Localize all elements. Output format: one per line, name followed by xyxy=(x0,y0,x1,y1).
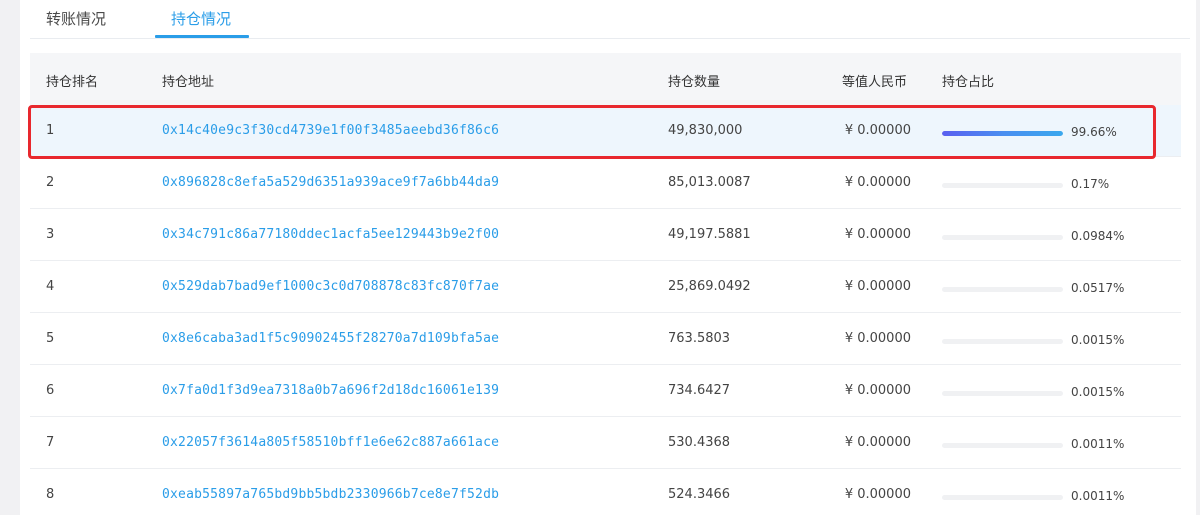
header-share: 持仓占比 xyxy=(942,75,995,90)
cny-value-cell: ¥ 0.00000 xyxy=(844,279,911,294)
cny-value-cell: ¥ 0.00000 xyxy=(844,123,911,138)
share-progress-bar xyxy=(942,391,1063,396)
quantity-cell: 49,197.5881 xyxy=(668,227,751,242)
share-percent: 0.0984% xyxy=(1071,229,1125,243)
table-row: 1 0x14c40e9c3f30cd4739e1f00f3485aeebd36f8… xyxy=(30,105,1181,157)
tab-holding[interactable]: 持仓情况 xyxy=(171,8,231,29)
share-percent: 0.17% xyxy=(1071,177,1110,191)
share-progress-bar xyxy=(942,235,1063,240)
address-link[interactable]: 0x8e6caba3ad1f5c90902455f28270a7d109bfa5… xyxy=(162,331,499,346)
quantity-cell: 25,869.0492 xyxy=(668,279,751,294)
quantity-cell: 49,830,000 xyxy=(668,123,743,138)
share-progress-bar xyxy=(942,443,1063,448)
share-progress-fill xyxy=(942,131,1063,136)
table-row: 3 0x34c791c86a77180ddec1acfa5ee129443b9e2… xyxy=(30,209,1181,261)
quantity-cell: 734.6427 xyxy=(668,383,731,398)
share-percent: 99.66% xyxy=(1071,125,1117,139)
rank-cell: 8 xyxy=(46,487,55,502)
share-progress-bar xyxy=(942,495,1063,500)
address-link[interactable]: 0x34c791c86a77180ddec1acfa5ee129443b9e2f… xyxy=(162,227,499,242)
cny-value-cell: ¥ 0.00000 xyxy=(844,383,911,398)
rank-cell: 4 xyxy=(46,279,55,294)
holdings-table: 持仓排名 持仓地址 持仓数量 等值人民币 持仓占比 1 0x14c40e9c3f3… xyxy=(30,53,1181,515)
holdings-panel: 转账情况 持仓情况 持仓排名 持仓地址 持仓数量 等值人民币 持仓占比 1 0x1… xyxy=(20,0,1196,515)
share-progress-bar xyxy=(942,339,1063,344)
share-percent: 0.0517% xyxy=(1071,281,1125,295)
rank-cell: 3 xyxy=(46,227,55,242)
tab-bar: 转账情况 持仓情况 xyxy=(30,0,1190,39)
header-cny-value: 等值人民币 xyxy=(842,75,908,90)
share-percent: 0.0015% xyxy=(1071,385,1125,399)
header-rank: 持仓排名 xyxy=(46,75,99,90)
table-row: 8 0xeab55897a765bd9bb5bdb2330966b7ce8e7f5… xyxy=(30,469,1181,515)
cny-value-cell: ¥ 0.00000 xyxy=(844,331,911,346)
address-link[interactable]: 0x7fa0d1f3d9ea7318a0b7a696f2d18dc16061e1… xyxy=(162,383,499,398)
rank-cell: 6 xyxy=(46,383,55,398)
share-percent: 0.0011% xyxy=(1071,437,1125,451)
share-progress-bar xyxy=(942,131,1063,136)
quantity-cell: 530.4368 xyxy=(668,435,731,450)
share-progress-bar xyxy=(942,183,1063,188)
cny-value-cell: ¥ 0.00000 xyxy=(844,487,911,502)
share-percent: 0.0015% xyxy=(1071,333,1125,347)
address-link[interactable]: 0x529dab7bad9ef1000c3c0d708878c83fc870f7… xyxy=(162,279,499,294)
address-link[interactable]: 0xeab55897a765bd9bb5bdb2330966b7ce8e7f52… xyxy=(162,487,499,502)
table-row: 7 0x22057f3614a805f58510bff1e6e62c887a661… xyxy=(30,417,1181,469)
table-row: 6 0x7fa0d1f3d9ea7318a0b7a696f2d18dc16061e… xyxy=(30,365,1181,417)
header-address: 持仓地址 xyxy=(162,75,215,90)
rank-cell: 1 xyxy=(46,123,55,138)
table-row: 4 0x529dab7bad9ef1000c3c0d708878c83fc870f… xyxy=(30,261,1181,313)
quantity-cell: 763.5803 xyxy=(668,331,731,346)
tab-transfer[interactable]: 转账情况 xyxy=(46,8,106,29)
cny-value-cell: ¥ 0.00000 xyxy=(844,435,911,450)
share-progress-bar xyxy=(942,287,1063,292)
quantity-cell: 85,013.0087 xyxy=(668,175,751,190)
table-body: 1 0x14c40e9c3f30cd4739e1f00f3485aeebd36f8… xyxy=(30,105,1181,515)
share-percent: 0.0011% xyxy=(1071,489,1125,503)
rank-cell: 5 xyxy=(46,331,55,346)
table-row: 2 0x896828c8efa5a529d6351a939ace9f7a6bb44… xyxy=(30,157,1181,209)
rank-cell: 2 xyxy=(46,175,55,190)
address-link[interactable]: 0x22057f3614a805f58510bff1e6e62c887a661a… xyxy=(162,435,499,450)
header-quantity: 持仓数量 xyxy=(668,75,721,90)
cny-value-cell: ¥ 0.00000 xyxy=(844,175,911,190)
cny-value-cell: ¥ 0.00000 xyxy=(844,227,911,242)
rank-cell: 7 xyxy=(46,435,55,450)
table-row: 5 0x8e6caba3ad1f5c90902455f28270a7d109bfa… xyxy=(30,313,1181,365)
address-link[interactable]: 0x14c40e9c3f30cd4739e1f00f3485aeebd36f86… xyxy=(162,123,499,138)
address-link[interactable]: 0x896828c8efa5a529d6351a939ace9f7a6bb44d… xyxy=(162,175,499,190)
table-header: 持仓排名 持仓地址 持仓数量 等值人民币 持仓占比 xyxy=(30,53,1181,105)
active-tab-indicator xyxy=(155,35,249,38)
quantity-cell: 524.3466 xyxy=(668,487,731,502)
